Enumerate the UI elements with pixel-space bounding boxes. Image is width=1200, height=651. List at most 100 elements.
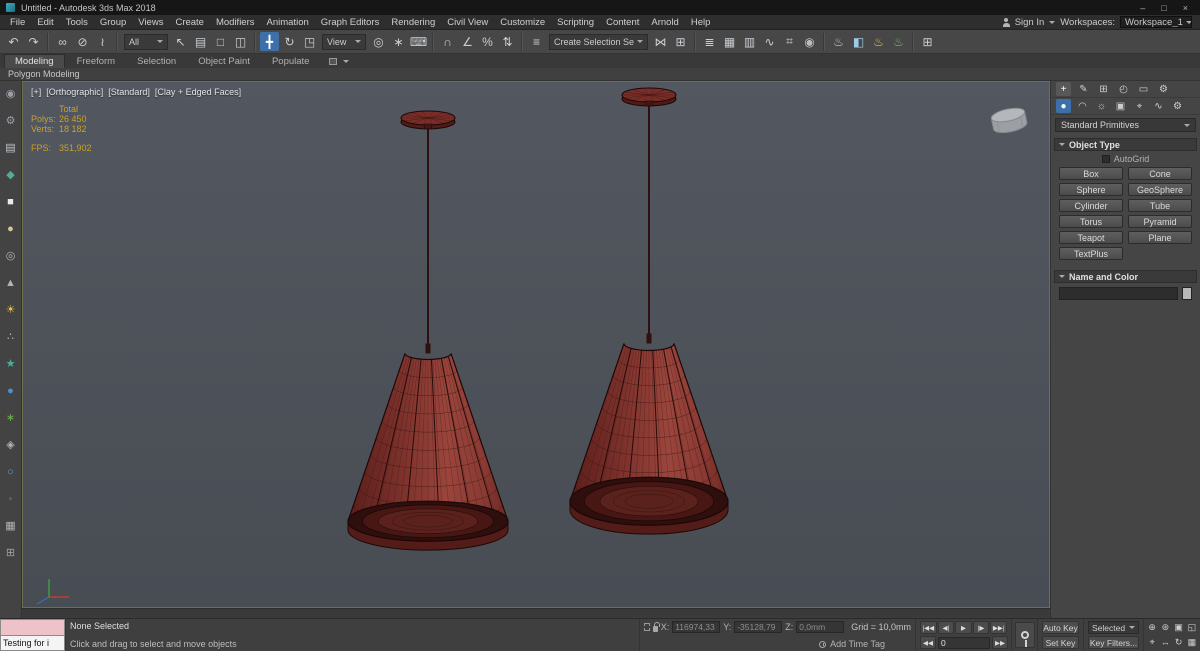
polygon-modeling-label[interactable]: Polygon Modeling [8, 69, 80, 79]
object-type-button[interactable]: Plane [1128, 231, 1192, 244]
menu-item[interactable]: Rendering [385, 17, 441, 28]
menu-item[interactable]: Scripting [551, 17, 600, 28]
name-color-rollout-header[interactable]: Name and Color [1054, 270, 1197, 283]
curve-editor-icon[interactable]: ∿ [760, 32, 779, 51]
hierarchy-tab-icon[interactable]: ⊞ [1096, 82, 1111, 96]
dark-square-icon[interactable]: ▪ [3, 491, 19, 507]
object-type-rollout-header[interactable]: Object Type [1054, 138, 1197, 151]
layer-explorer-icon[interactable]: ▦ [720, 32, 739, 51]
object-name-input[interactable] [1059, 287, 1178, 300]
x-coordinate-field[interactable] [672, 621, 721, 633]
next-key-button[interactable]: ▶▶ [992, 636, 1008, 649]
select-and-manipulate-icon[interactable]: ∗ [389, 32, 408, 51]
maxscript-mini-listener[interactable]: Testing for i [0, 619, 66, 651]
utilities-tab-icon[interactable]: ⚙ [1156, 82, 1171, 96]
spacewarps-category-icon[interactable]: ∿ [1151, 99, 1166, 113]
object-type-button[interactable]: Cone [1128, 167, 1192, 180]
object-type-button[interactable]: TextPlus [1059, 247, 1123, 260]
use-pivot-center-icon[interactable]: ◎ [369, 32, 388, 51]
menu-item[interactable]: Tools [60, 17, 94, 28]
object-type-button[interactable]: Torus [1059, 215, 1123, 228]
panel-icon[interactable]: ■ [3, 194, 19, 210]
diamond-icon[interactable]: ◈ [3, 437, 19, 453]
menu-item[interactable]: Group [94, 17, 132, 28]
current-frame-field[interactable] [938, 636, 990, 649]
tan-sphere-icon[interactable]: ● [3, 221, 19, 237]
previous-frame-button[interactable]: ◀| [937, 621, 955, 634]
object-color-swatch[interactable] [1182, 287, 1192, 300]
object-type-button[interactable]: Teapot [1059, 231, 1123, 244]
angle-snap-icon[interactable]: ∠ [458, 32, 477, 51]
zoom-extents-icon[interactable]: ▣ [1173, 621, 1185, 635]
viewport-menu-style[interactable]: [Standard] [108, 87, 150, 97]
primitive-category-dropdown[interactable]: Standard Primitives [1055, 118, 1196, 132]
named-selection-sets-icon[interactable]: ≡ [527, 32, 546, 51]
viewport-menu-plus[interactable]: [+] [31, 87, 41, 97]
auto-key-button[interactable]: Auto Key [1042, 621, 1079, 634]
select-and-move-icon[interactable]: ╋ [260, 32, 279, 51]
modify-tab-icon[interactable]: ✎ [1076, 82, 1091, 96]
menu-item[interactable]: File [4, 17, 31, 28]
cube-grid-icon[interactable]: ⊞ [3, 545, 19, 561]
ribbon-toggle-icon[interactable]: ▥ [740, 32, 759, 51]
select-object-icon[interactable]: ↖ [171, 32, 190, 51]
mirror-icon[interactable]: ⋈ [651, 32, 670, 51]
systems-category-icon[interactable]: ⚙ [1170, 99, 1185, 113]
rectangular-selection-icon[interactable]: □ [211, 32, 230, 51]
maximize-viewport-icon[interactable]: ▦ [1186, 636, 1198, 650]
tab-selection[interactable]: Selection [127, 55, 186, 68]
sign-in-caret-icon[interactable] [1049, 20, 1056, 27]
cone-icon[interactable]: ▲ [3, 275, 19, 291]
pendant-lamp-model-1[interactable] [347, 110, 509, 551]
unlink-selection-icon[interactable]: ⊘ [73, 32, 92, 51]
set-key-button[interactable]: Set Key [1042, 636, 1079, 649]
close-button[interactable]: × [1183, 3, 1188, 13]
tab-populate[interactable]: Populate [262, 55, 320, 68]
sun-icon[interactable]: ☀ [3, 302, 19, 318]
undo-icon[interactable]: ↶ [4, 32, 23, 51]
orbit-icon[interactable]: ↻ [1173, 636, 1185, 650]
eye-icon[interactable]: ◉ [3, 86, 19, 102]
set-keys-button[interactable] [1014, 622, 1035, 648]
pendant-lamp-model-2[interactable] [569, 87, 729, 535]
green-asterisk-icon[interactable]: ∗ [3, 410, 19, 426]
listener-field[interactable]: Testing for i [0, 635, 65, 651]
spinner-snap-icon[interactable]: ⇅ [498, 32, 517, 51]
ribbon-config-icon[interactable] [329, 58, 338, 65]
object-type-button[interactable]: Tube [1128, 199, 1192, 212]
tab-object-paint[interactable]: Object Paint [188, 55, 260, 68]
teal-diamond-icon[interactable]: ◆ [3, 167, 19, 183]
ribbon-minimize-icon[interactable] [343, 60, 350, 66]
track-bar[interactable] [22, 608, 1050, 617]
create-tab-icon[interactable]: + [1056, 82, 1071, 96]
select-and-scale-icon[interactable]: ◳ [300, 32, 319, 51]
pan-icon[interactable]: ↔ [1159, 636, 1171, 650]
tab-freeform[interactable]: Freeform [67, 55, 126, 68]
minimize-button[interactable]: – [1140, 3, 1145, 13]
align-icon[interactable]: ⊞ [671, 32, 690, 51]
zoom-all-icon[interactable]: ⊛ [1159, 621, 1171, 635]
menu-item[interactable]: Animation [261, 17, 315, 28]
time-tag-row[interactable]: Add Time Tag [644, 639, 911, 649]
gear-icon[interactable]: ⚙ [3, 113, 19, 129]
object-type-button[interactable]: GeoSphere [1128, 183, 1192, 196]
object-type-button[interactable]: Pyramid [1128, 215, 1192, 228]
lights-category-icon[interactable]: ☼ [1094, 99, 1109, 113]
object-type-button[interactable]: Box [1059, 167, 1123, 180]
window-crossing-icon[interactable]: ◫ [231, 32, 250, 51]
percent-snap-icon[interactable]: % [478, 32, 497, 51]
menu-item[interactable]: Edit [31, 17, 59, 28]
z-coordinate-field[interactable] [796, 621, 845, 633]
bind-to-spacewarp-icon[interactable]: ≀ [93, 32, 112, 51]
torus-icon[interactable]: ◎ [3, 248, 19, 264]
menu-item[interactable]: Arnold [645, 17, 684, 28]
shapes-category-icon[interactable]: ◠ [1075, 99, 1090, 113]
render-iterative-icon[interactable]: ♨ [889, 32, 908, 51]
blue-circle-icon[interactable]: ○ [3, 464, 19, 480]
star-icon[interactable]: ★ [3, 356, 19, 372]
add-time-tag[interactable]: Add Time Tag [830, 639, 885, 649]
menu-item[interactable]: Create [169, 17, 210, 28]
tab-modeling[interactable]: Modeling [4, 54, 65, 68]
menu-item[interactable]: Modifiers [210, 17, 261, 28]
display-tab-icon[interactable]: ▭ [1136, 82, 1151, 96]
